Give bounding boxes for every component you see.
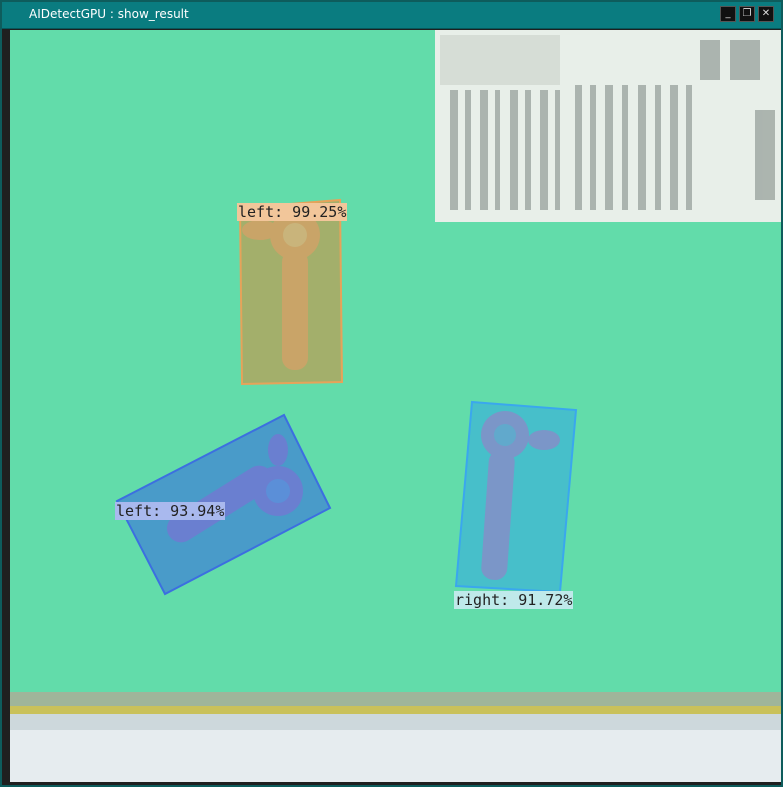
board-edge [10,692,781,782]
detection-label-text: right: 91.72% [455,591,573,609]
close-button[interactable]: ✕ [758,6,774,22]
detection-box-left-99 [238,198,344,386]
title-bar[interactable]: AIDetectGPU : show_result _ ❐ ✕ [2,2,781,29]
detection-label-text: left: 99.25% [238,203,347,221]
result-image: left: 99.25% left: 93.94% right: 91.72% [10,30,781,782]
detection-label: left: 99.25% [237,203,348,221]
detection-label: right: 91.72% [454,591,574,609]
app-window: AIDetectGPU : show_result _ ❐ ✕ left: 99… [0,0,783,787]
detection-box-right-91 [454,400,578,594]
detection-label-text: left: 93.94% [116,502,225,520]
detection-label: left: 93.94% [115,502,226,520]
restore-button[interactable]: ❐ [739,6,755,22]
detection-scene [10,30,781,782]
minimize-button[interactable]: _ [720,6,736,22]
printed-sheet [435,30,781,222]
window-title: AIDetectGPU : show_result [29,7,189,21]
